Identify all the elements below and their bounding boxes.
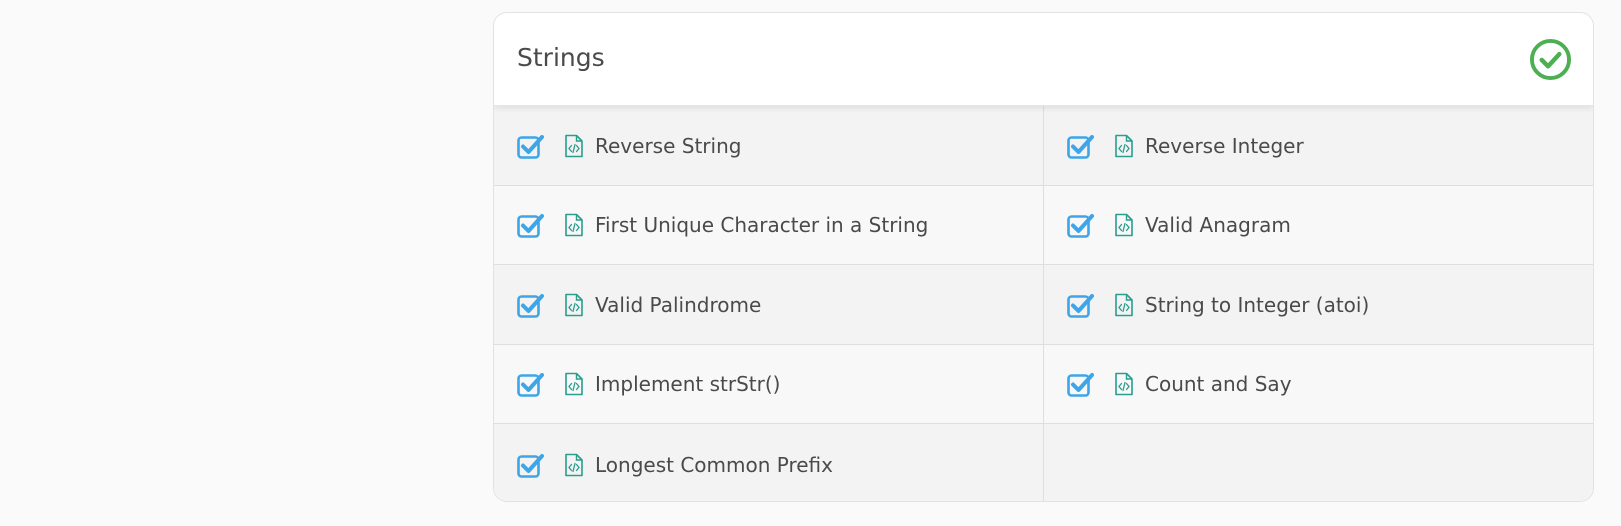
checkbox-checked-icon[interactable] xyxy=(517,292,544,318)
section-header[interactable]: Strings xyxy=(494,13,1593,106)
empty-cell xyxy=(1044,424,1593,501)
problem-item[interactable]: Valid Anagram xyxy=(1044,186,1593,265)
problem-item[interactable]: First Unique Character in a String xyxy=(494,186,1044,265)
code-file-icon xyxy=(565,453,583,476)
code-file-icon xyxy=(1115,213,1133,237)
problem-label[interactable]: Valid Anagram xyxy=(1145,213,1291,237)
code-file-icon xyxy=(1115,293,1133,316)
code-file-icon xyxy=(565,213,583,237)
problem-item[interactable]: Reverse Integer xyxy=(1044,106,1593,186)
checkbox-checked-icon[interactable] xyxy=(517,371,544,397)
checkbox-checked-icon[interactable] xyxy=(517,452,544,478)
problem-label[interactable]: Valid Palindrome xyxy=(595,293,761,317)
problem-grid: Reverse String Reverse Integer First Uni… xyxy=(494,106,1593,501)
checkbox-checked-icon[interactable] xyxy=(1067,133,1094,159)
problem-label[interactable]: Reverse String xyxy=(595,134,741,158)
code-file-icon xyxy=(565,372,583,396)
problem-item[interactable]: Reverse String xyxy=(494,106,1044,186)
problem-item[interactable]: Implement strStr() xyxy=(494,345,1044,424)
strings-section-card: Strings Reverse String Reverse Integer F… xyxy=(493,12,1594,502)
code-file-icon xyxy=(565,134,583,157)
problem-label[interactable]: Count and Say xyxy=(1145,372,1292,396)
problem-label[interactable]: Reverse Integer xyxy=(1145,134,1304,158)
problem-label[interactable]: First Unique Character in a String xyxy=(595,213,928,237)
code-file-icon xyxy=(1115,372,1133,396)
checkbox-checked-icon[interactable] xyxy=(517,133,544,159)
problem-label[interactable]: String to Integer (atoi) xyxy=(1145,293,1369,317)
checkbox-checked-icon[interactable] xyxy=(517,212,544,238)
problem-item[interactable]: Count and Say xyxy=(1044,345,1593,424)
code-file-icon xyxy=(1115,134,1133,157)
problem-item[interactable]: Valid Palindrome xyxy=(494,265,1044,345)
code-file-icon xyxy=(565,293,583,316)
problem-item[interactable]: Longest Common Prefix xyxy=(494,424,1044,501)
checkbox-checked-icon[interactable] xyxy=(1067,371,1094,397)
problem-label[interactable]: Longest Common Prefix xyxy=(595,453,833,477)
checkbox-checked-icon[interactable] xyxy=(1067,292,1094,318)
check-circle-icon xyxy=(1529,38,1572,81)
problem-item[interactable]: String to Integer (atoi) xyxy=(1044,265,1593,345)
section-title: Strings xyxy=(517,43,605,72)
checkbox-checked-icon[interactable] xyxy=(1067,212,1094,238)
problem-label[interactable]: Implement strStr() xyxy=(595,372,780,396)
